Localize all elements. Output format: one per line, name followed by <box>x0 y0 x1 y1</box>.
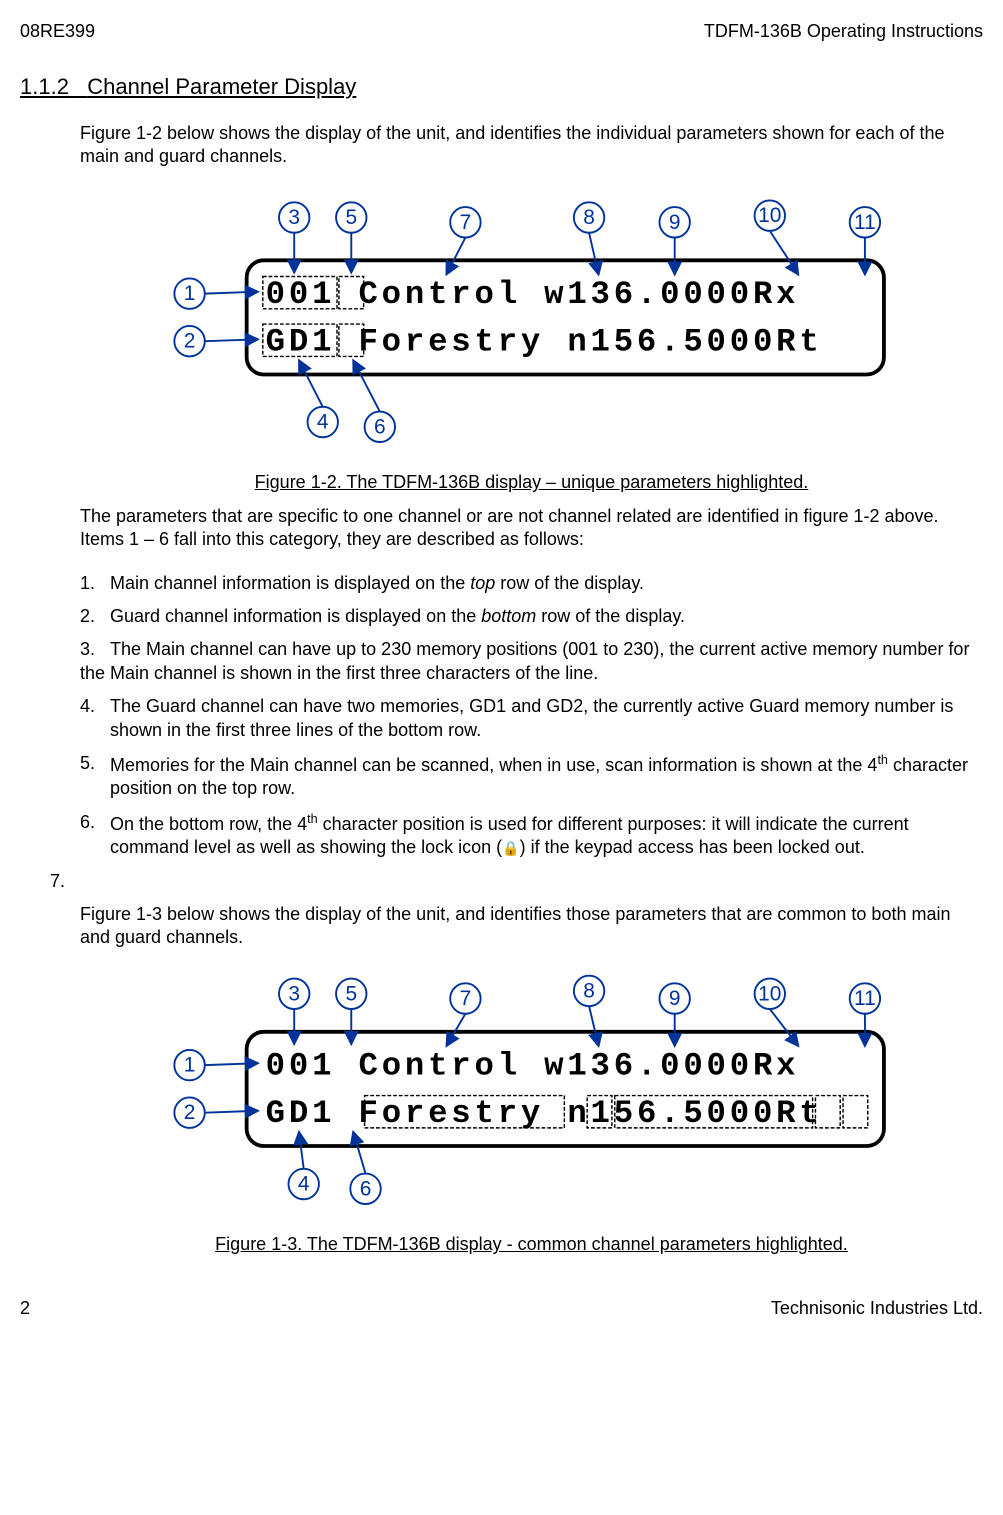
paragraph-3: Figure 1-3 below shows the display of th… <box>80 903 983 950</box>
header-left: 08RE399 <box>20 20 95 43</box>
lcd1-line2: GD1 Forestry n156.5000Rt <box>265 323 822 360</box>
svg-text:6: 6 <box>359 1177 371 1200</box>
figure-1-3-caption: Figure 1-3. The TDFM-136B display - comm… <box>215 1233 848 1256</box>
figure-1-3: 001 Control w136.0000Rx GD1 Forestry n15… <box>80 970 983 1257</box>
svg-text:11: 11 <box>854 987 876 1010</box>
section-number: 1.1.2 <box>20 74 69 99</box>
lcd2-line1: 001 Control w136.0000Rx <box>265 1047 799 1084</box>
list-item-6: 6. On the bottom row, the 4th character … <box>80 811 983 860</box>
svg-text:4: 4 <box>316 410 328 433</box>
svg-text:1: 1 <box>183 282 195 305</box>
list-num-7: 7. <box>50 870 80 893</box>
svg-text:2: 2 <box>183 1101 195 1124</box>
svg-text:6: 6 <box>373 415 385 438</box>
section-heading: 1.1.2 Channel Parameter Display <box>20 73 983 102</box>
list-num-6: 6. <box>80 811 110 860</box>
list-num-1: 1. <box>80 572 110 595</box>
svg-text:5: 5 <box>345 982 357 1005</box>
figure-1-2: 001 Control w136.0000Rx GD1 Forestry n15… <box>80 189 983 495</box>
svg-text:8: 8 <box>583 979 595 1002</box>
intro-paragraph-1: Figure 1-2 below shows the display of th… <box>80 122 983 169</box>
svg-text:10: 10 <box>758 204 781 227</box>
svg-text:1: 1 <box>183 1053 195 1076</box>
list-item-2: 2. Guard channel information is displaye… <box>80 605 983 628</box>
list-num-5: 5. <box>80 752 110 801</box>
svg-text:7: 7 <box>459 987 471 1010</box>
svg-text:GD1 Forestry n156.5000Rt: GD1 Forestry n156.5000Rt <box>265 1095 822 1132</box>
svg-text:001 Control w136.0000Rx: 001 Control w136.0000Rx <box>265 1047 799 1084</box>
section-title-text: Channel Parameter Display <box>87 74 356 99</box>
list-item-3: 3.The Main channel can have up to 230 me… <box>20 638 983 685</box>
list-num-2: 2. <box>80 605 110 628</box>
svg-text:9: 9 <box>668 211 680 234</box>
list-item-7: 7. <box>80 870 983 893</box>
lock-icon: 🔒 <box>502 840 519 856</box>
svg-text:2: 2 <box>183 329 195 352</box>
svg-text:001 Control w136.0000Rx: 001 Control w136.0000Rx <box>265 276 799 313</box>
svg-text:5: 5 <box>345 206 357 229</box>
footer-page-number: 2 <box>20 1297 30 1320</box>
svg-text:7: 7 <box>459 211 471 234</box>
header-right: TDFM-136B Operating Instructions <box>704 20 983 43</box>
svg-text:8: 8 <box>583 206 595 229</box>
lcd2-line2: GD1 Forestry n156.5000Rt <box>265 1095 822 1132</box>
svg-text:3: 3 <box>288 982 300 1005</box>
list-num-4: 4. <box>80 695 110 742</box>
figure-1-2-svg: 001 Control w136.0000Rx GD1 Forestry n15… <box>142 189 922 455</box>
svg-text:3: 3 <box>288 206 300 229</box>
svg-text:10: 10 <box>758 982 781 1005</box>
list-num-3: 3. <box>80 638 110 661</box>
svg-text:11: 11 <box>854 211 876 234</box>
list-item-1: 1. Main channel information is displayed… <box>80 572 983 595</box>
footer-company: Technisonic Industries Ltd. <box>771 1297 983 1320</box>
page-header: 08RE399 TDFM-136B Operating Instructions <box>20 20 983 43</box>
svg-text:GD1 Forestry n156.5000Rt: GD1 Forestry n156.5000Rt <box>265 323 822 360</box>
svg-text:4: 4 <box>297 1172 309 1195</box>
figure-1-3-svg: 001 Control w136.0000Rx GD1 Forestry n15… <box>142 970 922 1217</box>
list-item-4: 4. The Guard channel can have two memori… <box>80 695 983 742</box>
lcd1-mem: 001 Control w136.0000Rx <box>265 276 799 313</box>
page-footer: 2 Technisonic Industries Ltd. <box>20 1297 983 1320</box>
figure-1-2-caption: Figure 1-2. The TDFM-136B display – uniq… <box>255 471 809 494</box>
paragraph-2: The parameters that are specific to one … <box>80 505 983 552</box>
svg-text:9: 9 <box>668 987 680 1010</box>
list-item-5: 5. Memories for the Main channel can be … <box>80 752 983 801</box>
